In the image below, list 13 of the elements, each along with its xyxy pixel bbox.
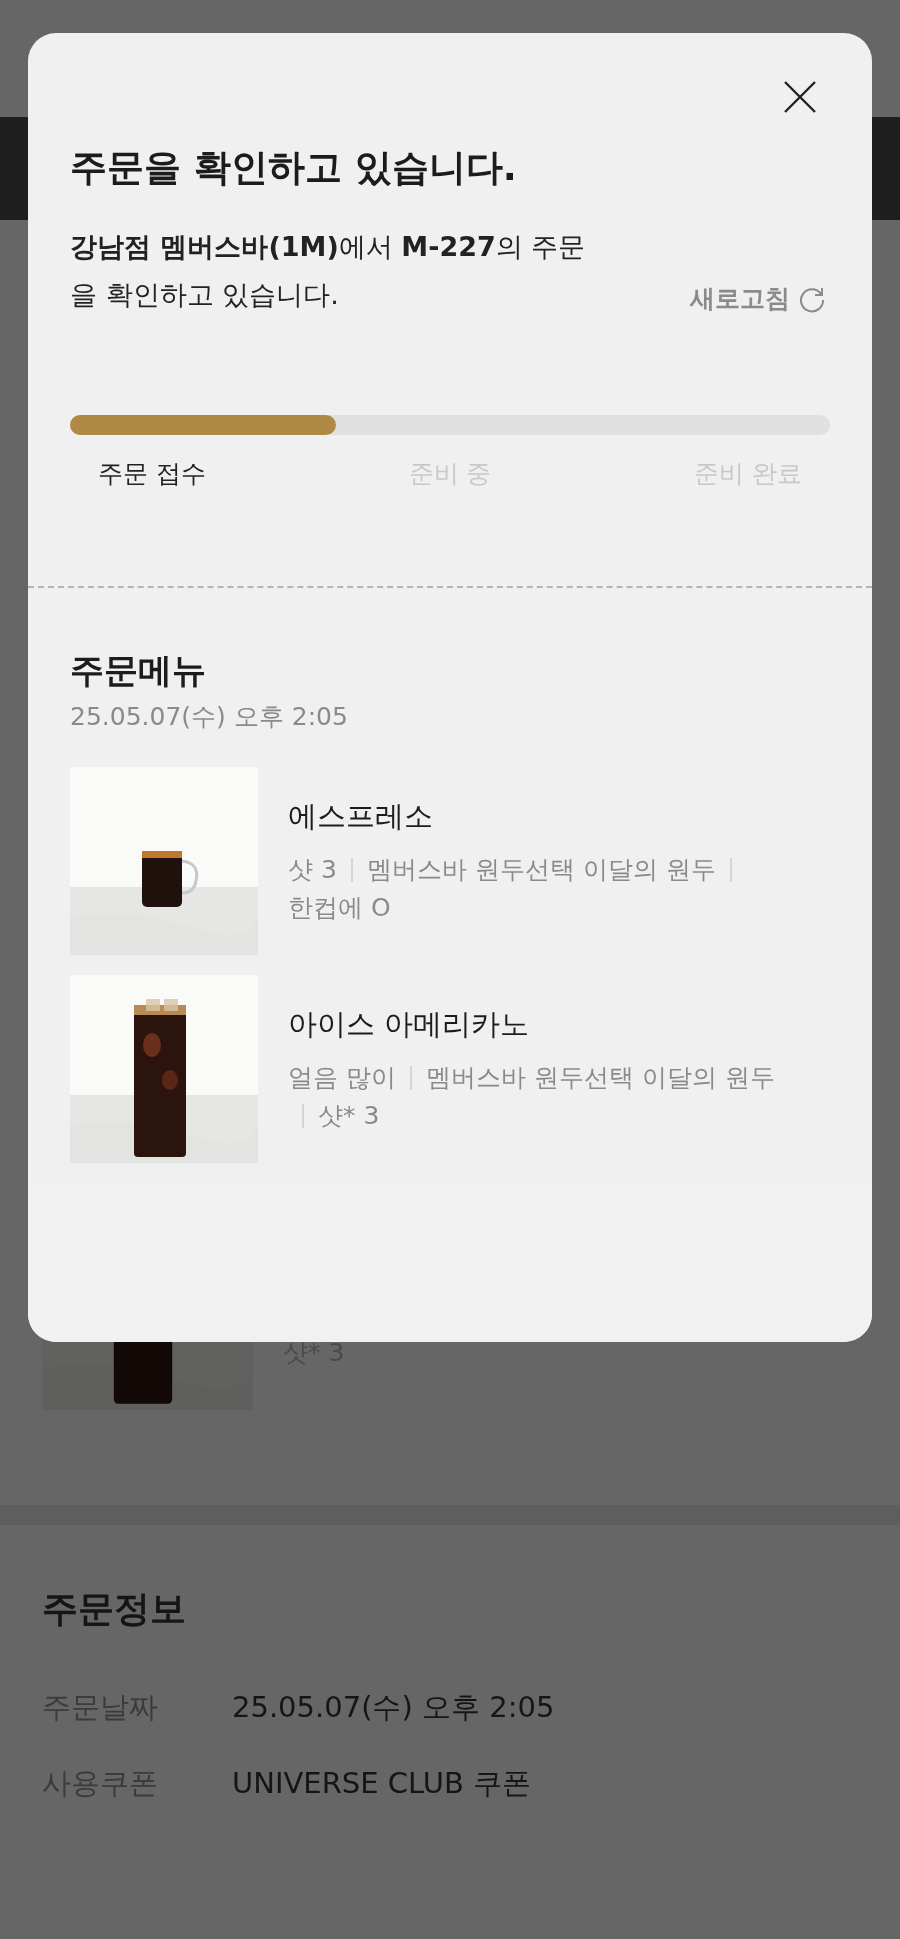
order-date: 25.05.07(수) 오후 2:05 bbox=[70, 701, 349, 733]
modal-title: 주문을 확인하고 있습니다. bbox=[70, 145, 518, 191]
refresh-button[interactable]: 새로고침 bbox=[690, 282, 826, 315]
step-label: 주문 접수 bbox=[98, 458, 206, 490]
section-title: 주문메뉴 bbox=[70, 649, 207, 692]
menu-item-name: 에스프레소 bbox=[288, 798, 434, 835]
menu-item-options: 얼음 많이 멤버스바 원두선택 이달의 원두 샷* 3 bbox=[288, 1059, 788, 1135]
section-title: 주문정보 bbox=[42, 1587, 187, 1631]
status-message: 강남점 멤버스바(1M)에서 M-227의 주문 을 확인하고 있습니다. bbox=[70, 230, 586, 312]
info-value: 25.05.07(수) 오후 2:05 bbox=[232, 1689, 555, 1726]
info-value: UNIVERSE CLUB 쿠폰 bbox=[232, 1765, 532, 1802]
menu-item-options: 샷 3 멤버스바 원두선택 이달의 원두 한컵에 O bbox=[288, 851, 788, 927]
menu-item-name: 아이스 아메리카노 bbox=[288, 1006, 531, 1043]
